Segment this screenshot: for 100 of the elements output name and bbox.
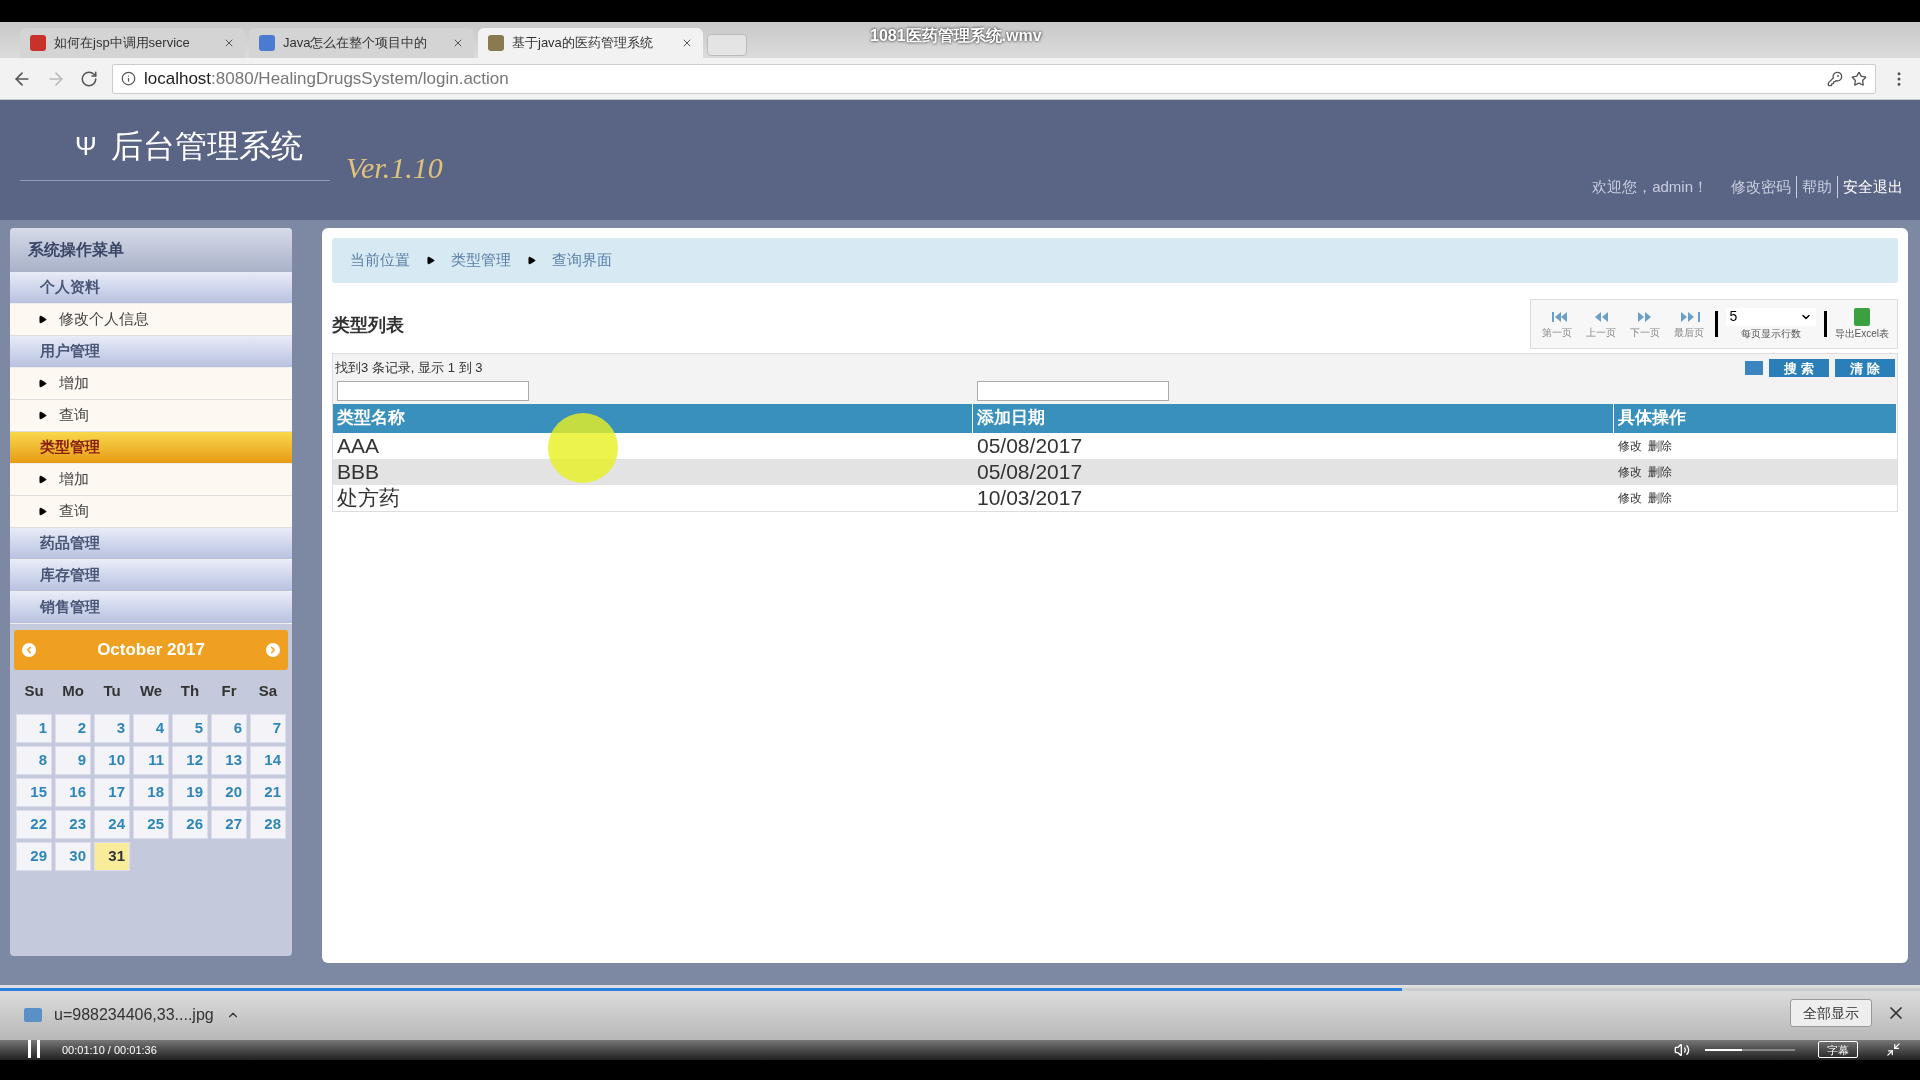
header-link[interactable]: 帮助 — [1796, 175, 1837, 198]
menu-link[interactable]: 增加 — [10, 464, 292, 496]
volume-icon[interactable] — [1674, 1042, 1690, 1058]
star-icon[interactable] — [1851, 70, 1867, 87]
calendar-day[interactable]: 29 — [16, 842, 52, 871]
calendar-day[interactable]: 18 — [133, 778, 169, 807]
reload-icon[interactable] — [80, 69, 98, 88]
menu-group[interactable]: 类型管理 — [10, 432, 292, 464]
address-bar[interactable]: localhost:8080/HealingDrugsSystem/login.action — [112, 63, 1876, 94]
pager-button[interactable]: 第一页 — [1538, 308, 1575, 340]
weekday-label: Su — [23, 680, 45, 701]
breadcrumb-link[interactable]: 当前位置 — [350, 249, 410, 272]
search-button[interactable]: 搜 索 — [1769, 358, 1829, 377]
calendar-day[interactable]: 26 — [172, 810, 208, 839]
calendar-day[interactable]: 21 — [250, 778, 286, 807]
table-cell: 处方药 — [333, 484, 973, 511]
export-button[interactable]: 导出Excel表 — [1834, 307, 1889, 341]
menu-link[interactable]: 查询 — [10, 496, 292, 528]
calendar-day[interactable]: 11 — [133, 746, 169, 775]
header-link[interactable]: 修改密码 — [1726, 175, 1796, 198]
calendar-day[interactable]: 25 — [133, 810, 169, 839]
calendar-day[interactable]: 10 — [94, 746, 130, 775]
calendar-day[interactable]: 7 — [250, 714, 286, 743]
calendar-day[interactable]: 8 — [16, 746, 52, 775]
calendar-day[interactable]: 17 — [94, 778, 130, 807]
browser-tab[interactable]: 基于java的医药管理系统 — [478, 28, 703, 58]
header-link[interactable]: 安全退出 — [1837, 175, 1908, 198]
calendar-day[interactable]: 27 — [211, 810, 247, 839]
tab-title: 基于java的医药管理系统 — [512, 34, 654, 53]
info-icon — [121, 71, 136, 86]
bullet-icon — [38, 475, 47, 484]
weekday-label: We — [138, 680, 164, 701]
video-progress-track[interactable] — [0, 988, 1920, 991]
pager-button[interactable]: 上一页 — [1582, 308, 1619, 340]
menu-link[interactable]: 修改个人信息 — [10, 304, 292, 336]
calendar-day[interactable]: 12 — [172, 746, 208, 775]
calendar-day[interactable]: 9 — [55, 746, 91, 775]
date-filter-field[interactable] — [977, 380, 1169, 401]
clear-button[interactable]: 清 除 — [1835, 358, 1895, 377]
calendar-day[interactable]: 23 — [55, 810, 91, 839]
page-size-select[interactable]: 5 — [1725, 307, 1816, 326]
calendar-day[interactable]: 30 — [55, 842, 91, 871]
close-icon[interactable] — [223, 37, 235, 49]
calendar-day[interactable]: 4 — [133, 714, 169, 743]
video-title: 1081医药管理系统.wmv — [870, 25, 1042, 46]
download-file-name[interactable]: u=988234406,33....jpg — [54, 1003, 214, 1027]
menu-group[interactable]: 用户管理 — [10, 336, 292, 368]
browser-tab[interactable]: 如何在jsp中调用service — [20, 28, 245, 58]
calendar-day[interactable]: 5 — [172, 714, 208, 743]
row-action-link[interactable]: 删除 — [1648, 436, 1672, 455]
record-summary: 找到3 条记录, 显示 1 到 3 — [335, 359, 483, 377]
calendar-day[interactable]: 2 — [55, 714, 91, 743]
tab-title: Java怎么在整个项目中的 — [283, 34, 429, 53]
calendar-day[interactable]: 14 — [250, 746, 286, 775]
menu-group[interactable]: 销售管理 — [10, 592, 292, 624]
row-action-link[interactable]: 删除 — [1648, 462, 1672, 481]
calendar-day[interactable]: 15 — [16, 778, 52, 807]
calendar-day[interactable]: 22 — [16, 810, 52, 839]
tab-title: 如何在jsp中调用service — [54, 34, 191, 53]
menu-link[interactable]: 查询 — [10, 400, 292, 432]
close-icon[interactable] — [681, 37, 693, 49]
calendar-day[interactable]: 31 — [94, 842, 130, 871]
browser-tab[interactable]: Java怎么在整个项目中的 — [249, 28, 474, 58]
show-all-button[interactable]: 全部显示 — [1790, 999, 1872, 1027]
calendar-day[interactable]: 13 — [211, 746, 247, 775]
pager-button[interactable]: 最后页 — [1670, 308, 1707, 340]
column-header: 类型名称 — [333, 403, 973, 433]
key-icon[interactable] — [1827, 70, 1843, 87]
calendar-day[interactable]: 16 — [55, 778, 91, 807]
calendar-day[interactable]: 28 — [250, 810, 286, 839]
breadcrumb-link[interactable]: 类型管理 — [451, 249, 511, 272]
menu-link-label: 增加 — [59, 469, 89, 490]
menu-group[interactable]: 药品管理 — [10, 528, 292, 560]
tab-favicon-icon — [259, 35, 275, 51]
url-text: localhost:8080/HealingDrugsSystem/login.action — [144, 67, 509, 90]
menu-group[interactable]: 个人资料 — [10, 272, 292, 304]
row-action-link[interactable]: 修改 — [1618, 436, 1642, 455]
calendar-day[interactable]: 1 — [16, 714, 52, 743]
subtitle-button[interactable]: 字幕 — [1818, 1041, 1858, 1058]
system-title: 后台管理系统 — [110, 127, 303, 166]
row-action-link[interactable]: 删除 — [1648, 488, 1672, 507]
logo-icon: Ψ — [75, 126, 97, 166]
pager-button[interactable]: 下一页 — [1626, 308, 1663, 340]
calendar-day[interactable]: 24 — [94, 810, 130, 839]
menu-group[interactable]: 库存管理 — [10, 560, 292, 592]
exit-fullscreen-icon[interactable] — [1886, 1042, 1901, 1057]
calendar-day[interactable]: 19 — [172, 778, 208, 807]
weekday-label: Sa — [257, 680, 279, 701]
calendar-day[interactable]: 6 — [211, 714, 247, 743]
row-action-link[interactable]: 修改 — [1618, 462, 1642, 481]
calendar-day[interactable]: 20 — [211, 778, 247, 807]
name-filter-field[interactable] — [337, 380, 529, 401]
menu-link-label: 修改个人信息 — [59, 309, 149, 330]
breadcrumb-link[interactable]: 查询界面 — [552, 249, 612, 272]
menu-link[interactable]: 增加 — [10, 368, 292, 400]
close-icon[interactable] — [452, 37, 464, 49]
row-action-link[interactable]: 修改 — [1618, 488, 1642, 507]
weekday-label: Fr — [220, 680, 238, 701]
calendar-day[interactable]: 3 — [94, 714, 130, 743]
list-title: 类型列表 — [332, 314, 404, 337]
